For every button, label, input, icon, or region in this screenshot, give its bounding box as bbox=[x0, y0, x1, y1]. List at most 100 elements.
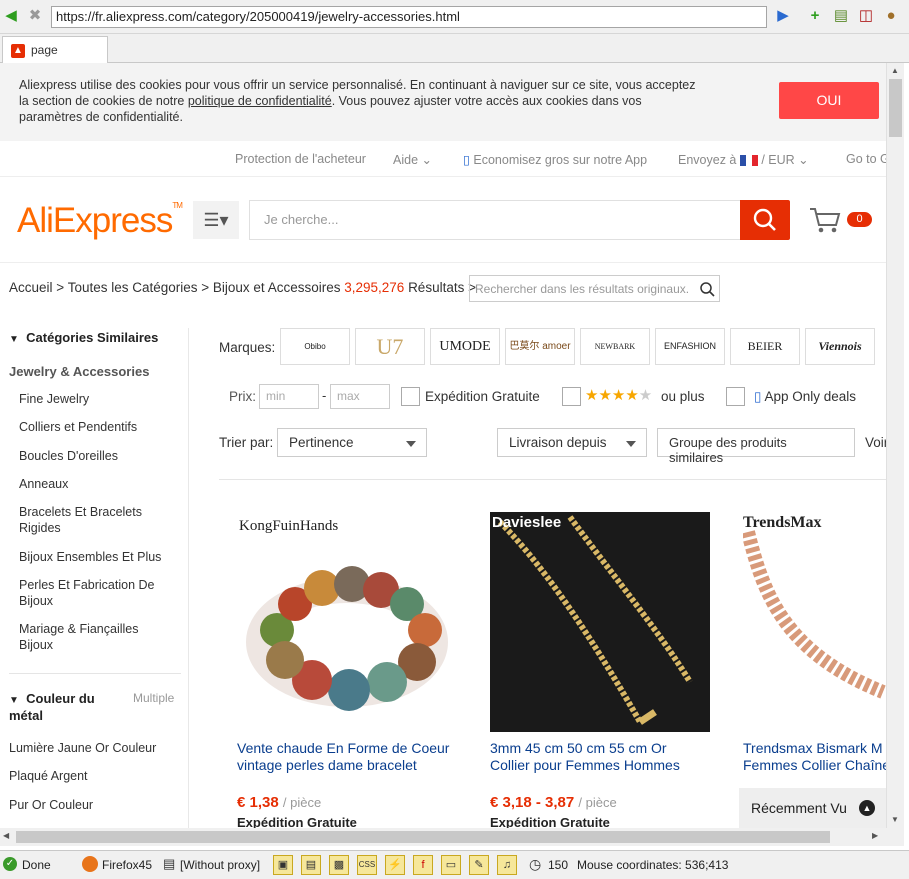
hamburger-icon: ☰▾ bbox=[203, 210, 229, 230]
refine-search-input[interactable]: Rechercher dans les résultats originaux. bbox=[469, 275, 720, 302]
price-min-input[interactable]: min bbox=[259, 384, 319, 409]
tab-strip: ▲ page bbox=[0, 34, 909, 64]
product-title[interactable]: 3mm 45 cm 50 cm 55 cm Or Collier pour Fem… bbox=[490, 740, 730, 774]
brand-logo[interactable]: U7 bbox=[355, 328, 425, 365]
aliexpress-logo[interactable]: AliExpressTM bbox=[17, 201, 183, 241]
go-arrow-icon[interactable]: ▶ bbox=[775, 8, 791, 24]
stop-icon[interactable]: ✖ bbox=[27, 8, 43, 24]
search-button[interactable] bbox=[740, 200, 790, 240]
brand-logo[interactable]: UMODE bbox=[430, 328, 500, 365]
url-bar[interactable]: https://fr.aliexpress.com/category/20500… bbox=[51, 6, 767, 28]
chevron-down-icon: ⌄ bbox=[421, 153, 432, 167]
multiple-select-label[interactable]: Multiple bbox=[133, 691, 174, 705]
vertical-scrollbar[interactable]: ▲ ▼ bbox=[886, 63, 904, 828]
ship-to-selector[interactable]: Envoyez à / EUR ⌄ bbox=[678, 152, 809, 167]
cart-icon[interactable] bbox=[808, 205, 842, 242]
goto-global-link[interactable]: Go to G bbox=[846, 152, 886, 166]
brand-logo[interactable]: ENFASHION bbox=[655, 328, 725, 365]
cookie-icon[interactable]: ● bbox=[883, 8, 899, 24]
flash-icon[interactable]: f bbox=[413, 855, 433, 875]
tab-page[interactable]: ▲ page bbox=[2, 36, 108, 64]
page-viewport: Aliexpress utilise des cookies pour vous… bbox=[0, 63, 886, 828]
results-label: Résultats bbox=[408, 280, 465, 295]
pencil-icon[interactable]: ✎ bbox=[469, 855, 489, 875]
proxy-label[interactable]: [Without proxy] bbox=[180, 858, 260, 872]
brand-logo[interactable]: NEWBARK bbox=[580, 328, 650, 365]
scroll-up-icon[interactable]: ▲ bbox=[891, 66, 899, 75]
status-bar: ✓ Done Firefox45 ▤ [Without proxy] ▣ ▤ ▩… bbox=[0, 850, 909, 879]
window-icon[interactable]: ▤ bbox=[301, 855, 321, 875]
scroll-down-icon[interactable]: ▼ bbox=[891, 815, 899, 824]
app-only-checkbox[interactable] bbox=[726, 387, 745, 406]
brand-logo[interactable]: Obibo bbox=[280, 328, 350, 365]
free-shipping-checkbox[interactable] bbox=[401, 387, 420, 406]
free-shipping-label[interactable]: Expédition Gratuite bbox=[425, 389, 540, 404]
product-title[interactable]: Trendsmax Bismark M Femmes Collier Chaîne bbox=[743, 740, 886, 774]
breadcrumb-all-categories[interactable]: Toutes les Catégories bbox=[68, 280, 198, 295]
app-only-label[interactable]: ▯ App Only deals bbox=[754, 389, 856, 405]
clock-icon: ◷ bbox=[529, 856, 542, 872]
brand-logo[interactable]: 巴莫尔 amoer bbox=[505, 328, 575, 365]
group-similar-button[interactable]: Groupe des produits similaires bbox=[657, 428, 855, 465]
sidebar-category[interactable]: Jewelry & Accessories bbox=[9, 364, 149, 379]
brand-logo[interactable]: BEIER bbox=[730, 328, 800, 365]
search-icon bbox=[700, 282, 715, 297]
horizontal-scrollbar[interactable]: ◀ ▶ bbox=[0, 828, 904, 846]
categories-menu-button[interactable]: ☰▾ bbox=[193, 201, 239, 239]
product-image[interactable]: TrendsMax bbox=[743, 512, 886, 732]
search-input[interactable]: Je cherche... bbox=[249, 200, 741, 240]
metal-item[interactable]: Plaqué Argent bbox=[9, 768, 169, 784]
help-menu[interactable]: Aide ⌄ bbox=[393, 152, 432, 167]
france-flag-icon bbox=[739, 155, 758, 167]
similar-categories-header[interactable]: ▼ Catégories Similaires bbox=[9, 330, 158, 345]
product-image[interactable]: Davieslee bbox=[490, 512, 710, 732]
accept-cookies-button[interactable]: OUI bbox=[779, 82, 879, 119]
scroll-right-icon[interactable]: ▶ bbox=[872, 831, 878, 840]
breadcrumb-home[interactable]: Accueil bbox=[9, 280, 53, 295]
monitor-icon[interactable]: ▭ bbox=[441, 855, 461, 875]
ship-from-select[interactable]: Livraison depuis bbox=[497, 428, 647, 457]
cart-count-badge: 0 bbox=[847, 212, 872, 227]
product-image[interactable]: KongFuinHands bbox=[237, 512, 457, 732]
product-card[interactable]: TrendsMax Trendsmax Bismark M Femmes Coll… bbox=[743, 512, 886, 828]
cookie-text: Aliexpress utilise des cookies pour vous… bbox=[19, 78, 696, 124]
frame-icon[interactable]: ▩ bbox=[329, 855, 349, 875]
notes-icon[interactable]: ▤ bbox=[833, 8, 849, 24]
buyer-protection-link[interactable]: Protection de l'acheteur bbox=[235, 152, 366, 166]
app-link[interactable]: ▯ Economisez gros sur notre App bbox=[463, 152, 647, 167]
sidebar-item[interactable]: Boucles D'oreilles bbox=[19, 448, 179, 464]
rating-label[interactable]: ou plus bbox=[661, 389, 705, 404]
sort-select[interactable]: Pertinence bbox=[277, 428, 427, 457]
sidebar-item[interactable]: Perles Et Fabrication De Bijoux bbox=[19, 577, 169, 609]
scroll-thumb[interactable] bbox=[16, 831, 830, 843]
scroll-thumb[interactable] bbox=[889, 79, 902, 137]
scroll-left-icon[interactable]: ◀ bbox=[3, 831, 9, 840]
product-price: € 1,38 / pièce bbox=[237, 794, 322, 811]
back-arrow-icon[interactable]: ◀ bbox=[3, 8, 19, 24]
metal-color-header[interactable]: ▼ Couleur du métal bbox=[9, 691, 109, 723]
view-toggle[interactable]: Voir bbox=[865, 435, 886, 450]
price-max-input[interactable]: max bbox=[330, 384, 390, 409]
product-title[interactable]: Vente chaude En Forme de Coeur vintage pe… bbox=[237, 740, 477, 774]
image-icon[interactable]: ▣ bbox=[273, 855, 293, 875]
brand-logo[interactable]: Viennois bbox=[805, 328, 875, 365]
brand-watermark: TrendsMax bbox=[743, 514, 822, 531]
metal-item[interactable]: Pur Or Couleur bbox=[9, 797, 169, 813]
sidebar-item[interactable]: Fine Jewelry bbox=[19, 391, 179, 407]
rating-checkbox[interactable] bbox=[562, 387, 581, 406]
recently-viewed-button[interactable]: Récemment Vu ▲ bbox=[739, 788, 886, 828]
sidebar-item[interactable]: Anneaux bbox=[19, 476, 179, 492]
metal-item[interactable]: Lumière Jaune Or Couleur bbox=[9, 740, 169, 756]
sidebar-item[interactable]: Colliers et Pendentifs bbox=[19, 419, 179, 435]
sidebar-item[interactable]: Mariage & Fiançailles Bijoux bbox=[19, 621, 159, 653]
sidebar-item[interactable]: Bracelets Et Bracelets Rigides bbox=[19, 504, 159, 536]
sidebar-item[interactable]: Bijoux Ensembles Et Plus bbox=[19, 549, 179, 565]
site-header: AliExpressTM ☰▾ Je cherche... 0 bbox=[0, 177, 886, 263]
lightning-icon[interactable]: ⚡ bbox=[385, 855, 405, 875]
add-icon[interactable]: + bbox=[807, 8, 823, 24]
results-count: 3,295,276 bbox=[344, 280, 405, 295]
css-icon[interactable]: CSS bbox=[357, 855, 377, 875]
database-icon[interactable]: ◫ bbox=[858, 8, 874, 24]
music-icon[interactable]: ♫ bbox=[497, 855, 517, 875]
privacy-policy-link[interactable]: politique de confidentialité bbox=[188, 94, 332, 108]
